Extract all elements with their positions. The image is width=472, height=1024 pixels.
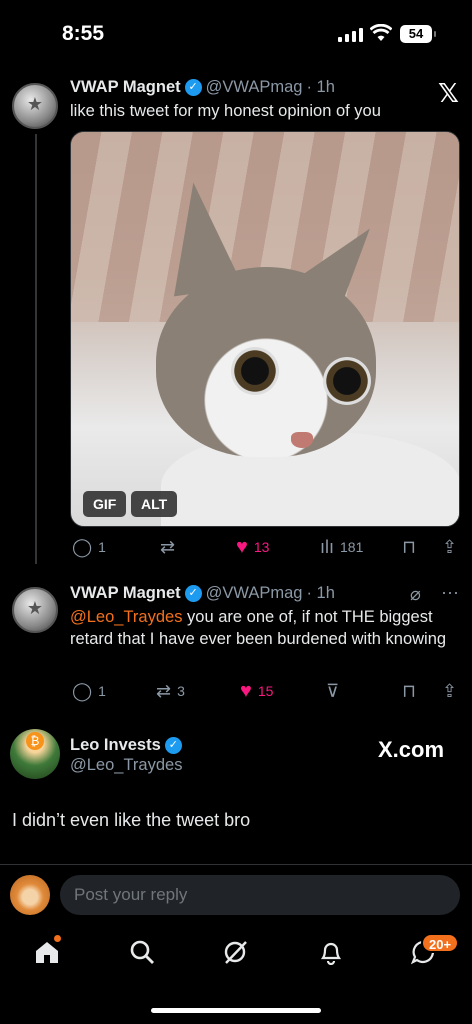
share-icon: ⇪ xyxy=(442,537,458,557)
retweet-icon: ⇄ xyxy=(156,681,172,701)
battery-indicator: 54 xyxy=(400,25,436,43)
cat-eye-right xyxy=(323,357,371,405)
status-bar: 8:55 54 xyxy=(0,0,472,70)
new-posts-dot xyxy=(54,935,61,942)
mention-link[interactable]: @Leo_Traydes xyxy=(70,608,182,626)
grok-icon[interactable] xyxy=(222,939,248,965)
reply-icon: ◯ xyxy=(72,537,93,557)
alt-badge[interactable]: ALT xyxy=(131,491,178,517)
share-button[interactable]: ⇪ xyxy=(442,538,457,556)
tweet-text: I didn’t even like the tweet bro xyxy=(12,810,251,830)
signal-icon xyxy=(338,26,363,42)
dislike-button[interactable]: ⊽ xyxy=(326,682,339,700)
tweet-media[interactable]: GIF ALT xyxy=(70,131,460,527)
avatar[interactable] xyxy=(12,587,58,633)
author-handle[interactable]: @VWAPmag xyxy=(206,584,303,603)
retweet-button[interactable]: ⇄ 3 xyxy=(156,682,185,700)
reply-button[interactable]: ◯ 1 xyxy=(72,538,106,556)
notification-badge: 20+ xyxy=(421,933,460,953)
bookmark-icon: ⊓ xyxy=(402,681,417,701)
bookmark-button[interactable]: ⊓ xyxy=(402,538,416,556)
author-name[interactable]: Leo Invests xyxy=(70,736,161,755)
thumbs-down-icon: ⊽ xyxy=(326,681,340,701)
home-icon[interactable] xyxy=(34,939,60,965)
brand-watermark: X.com xyxy=(378,737,445,762)
x-logo-icon[interactable]: 𝕏 xyxy=(438,78,459,109)
like-button[interactable]: ♥ 15 xyxy=(240,680,273,703)
views-count: 181 xyxy=(340,539,364,555)
tab-bar xyxy=(0,925,472,985)
handle-row: @Leo_Traydes xyxy=(70,756,182,775)
more-options-icon[interactable]: ··· xyxy=(441,582,459,603)
tweet-actions: ◯ 1 ⇄ 3 ♥ 15 ⊽ ⊓ ⇪ xyxy=(0,680,472,702)
grok-icon[interactable]: ⌀ xyxy=(410,584,421,605)
author-handle[interactable]: @Leo_Traydes xyxy=(70,756,182,775)
tweet-actions: ◯ 1 ⇄ ♥ 13 ılı 181 ⊓ ⇪ xyxy=(0,536,472,558)
reply-count: 1 xyxy=(98,683,106,699)
bookmark-icon: ⊓ xyxy=(402,537,417,557)
retweet-button[interactable]: ⇄ xyxy=(160,538,175,556)
verified-icon: ✓ xyxy=(164,737,182,754)
thread-line xyxy=(35,134,37,564)
tweet-header: Leo Invests ✓ xyxy=(70,736,182,755)
author-handle[interactable]: @VWAPmag xyxy=(206,78,303,97)
heart-icon: ♥ xyxy=(240,679,252,702)
gif-badge[interactable]: GIF xyxy=(83,491,127,517)
tweet-time: · 1h xyxy=(306,584,335,602)
retweet-count: 3 xyxy=(177,683,185,699)
reply-input[interactable]: Post your reply xyxy=(60,875,460,915)
heart-icon: ♥ xyxy=(236,535,248,558)
tweet-header: VWAP Magnet ✓ @VWAPmag · 1h xyxy=(70,78,335,97)
tweet-text: @Leo_Traydes you are one of, if not THE … xyxy=(70,606,460,650)
verified-icon: ✓ xyxy=(184,585,202,602)
bell-icon[interactable] xyxy=(318,939,344,965)
share-icon: ⇪ xyxy=(442,681,458,701)
wifi-icon xyxy=(370,24,392,41)
tweet-text: like this tweet for my honest opinion of… xyxy=(70,102,381,120)
like-count: 15 xyxy=(257,683,274,699)
author-name[interactable]: VWAP Magnet xyxy=(70,584,181,603)
verified-icon: ✓ xyxy=(184,79,202,96)
cat-nose xyxy=(291,432,313,448)
views-button[interactable]: ılı 181 xyxy=(320,538,363,556)
cat-eye-left xyxy=(231,347,279,395)
reply-icon: ◯ xyxy=(72,681,93,701)
views-icon: ılı xyxy=(320,537,335,557)
reply-button[interactable]: ◯ 1 xyxy=(72,682,106,700)
search-icon[interactable] xyxy=(129,939,155,965)
retweet-icon: ⇄ xyxy=(160,537,176,557)
avatar[interactable] xyxy=(10,729,60,779)
author-name[interactable]: VWAP Magnet xyxy=(70,78,181,97)
reply-count: 1 xyxy=(98,539,106,555)
tweet-header: VWAP Magnet ✓ @VWAPmag · 1h xyxy=(70,584,335,603)
bookmark-button[interactable]: ⊓ xyxy=(402,682,416,700)
share-button[interactable]: ⇪ xyxy=(442,682,457,700)
avatar[interactable] xyxy=(12,83,58,129)
like-button[interactable]: ♥ 13 xyxy=(236,536,269,559)
divider xyxy=(0,864,472,865)
tweet-time: · 1h xyxy=(306,78,335,96)
user-avatar[interactable] xyxy=(10,875,50,915)
home-indicator xyxy=(151,1008,321,1013)
like-count: 13 xyxy=(253,539,270,555)
status-time: 8:55 xyxy=(62,22,105,45)
